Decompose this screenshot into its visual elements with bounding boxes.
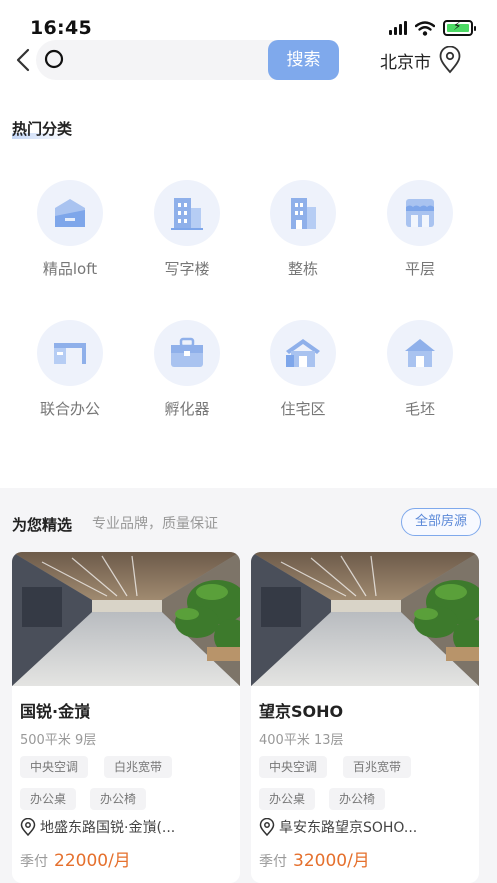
search-header: 搜索 北京市 bbox=[0, 38, 497, 82]
listing-tag: 中央空调 bbox=[20, 756, 89, 778]
hot-categories-title-text: 热门分类 bbox=[12, 120, 73, 138]
search-button[interactable]: 搜索 bbox=[268, 40, 339, 80]
category-icon-bg bbox=[270, 320, 336, 386]
category-label: 孵化器 bbox=[164, 400, 210, 418]
listing-tag: 办公椅 bbox=[90, 788, 147, 810]
cellular-signal-icon bbox=[389, 21, 407, 35]
loft-icon bbox=[55, 199, 85, 227]
listing-photo bbox=[12, 552, 240, 686]
category-incubator[interactable]: 孵化器 bbox=[132, 320, 242, 419]
category-icon-bg bbox=[154, 180, 220, 246]
residential-icon bbox=[286, 339, 320, 367]
listing-address: 阜安东路望京SOHO... bbox=[259, 816, 474, 838]
all-listings-button[interactable]: 全部房源 bbox=[401, 508, 481, 536]
listing-address-text: 阜安东路望京SOHO... bbox=[279, 820, 418, 836]
category-icon-bg bbox=[37, 320, 103, 386]
category-label: 整栋 bbox=[287, 260, 318, 278]
location-pin-icon bbox=[20, 818, 36, 836]
recommend-title: 为您精选 bbox=[12, 514, 72, 535]
category-cowork[interactable]: 联合办公 bbox=[15, 320, 125, 419]
cowork-desk-icon bbox=[54, 343, 86, 364]
category-label: 住宅区 bbox=[280, 400, 326, 418]
listing-name: 望京SOHO bbox=[259, 702, 344, 721]
whole-building-icon bbox=[291, 198, 316, 229]
listing-tag: 办公椅 bbox=[329, 788, 386, 810]
price-value: 22000/月 bbox=[54, 851, 131, 871]
listing-tag: 百兆宽带 bbox=[343, 756, 412, 778]
status-icons: ⚡ bbox=[389, 19, 476, 36]
location-pin-icon[interactable] bbox=[438, 46, 462, 74]
recommend-subtitle: 专业品牌，质量保证 bbox=[92, 516, 218, 532]
category-icon-bg bbox=[387, 320, 453, 386]
category-residential[interactable]: 住宅区 bbox=[248, 320, 358, 419]
category-icon-bg bbox=[37, 180, 103, 246]
listing-address-text: 地盛东路国锐·金嵿(... bbox=[40, 820, 176, 836]
location-pin-icon bbox=[259, 818, 275, 836]
wifi-icon bbox=[415, 20, 435, 36]
listing-tag: 白兆宽带 bbox=[104, 756, 173, 778]
price-label: 季付 bbox=[259, 854, 287, 870]
category-whole-building[interactable]: 整栋 bbox=[248, 180, 358, 279]
raw-house-icon bbox=[405, 339, 435, 367]
category-label: 写字楼 bbox=[164, 260, 210, 278]
category-icon-bg bbox=[387, 180, 453, 246]
category-icon-bg bbox=[270, 180, 336, 246]
price-label: 季付 bbox=[20, 854, 48, 870]
back-button[interactable] bbox=[10, 42, 36, 78]
listing-card[interactable]: 望京SOHO 400平米 13层 中央空调 百兆宽带 办公桌 办公椅 阜安东路望… bbox=[251, 552, 479, 883]
listing-address: 地盛东路国锐·金嵿(... bbox=[20, 816, 235, 838]
listing-price: 季付 32000/月 bbox=[259, 846, 370, 871]
listing-card[interactable]: 国锐·金嵿 500平米 9层 中央空调 白兆宽带 办公桌 办公椅 地盛东路国锐·… bbox=[12, 552, 240, 883]
category-raw-house[interactable]: 毛坯 bbox=[365, 320, 475, 419]
recommend-title-text: 为您精选 bbox=[12, 516, 73, 534]
status-bar: 16:45 ⚡ bbox=[0, 0, 497, 40]
category-loft[interactable]: 精品loft bbox=[15, 180, 125, 279]
listing-tag: 办公桌 bbox=[20, 788, 77, 810]
status-time: 16:45 bbox=[30, 17, 92, 39]
office-building-icon bbox=[171, 198, 203, 230]
category-flat-floor[interactable]: 平层 bbox=[365, 180, 475, 279]
flat-floor-icon bbox=[406, 199, 434, 227]
listing-name: 国锐·金嵿 bbox=[20, 702, 91, 721]
incubator-briefcase-icon bbox=[171, 337, 203, 367]
category-label: 平层 bbox=[404, 260, 435, 278]
search-icon bbox=[44, 49, 64, 69]
listing-spec: 500平米 9层 bbox=[20, 733, 97, 748]
listing-price: 季付 22000/月 bbox=[20, 846, 131, 871]
listing-photo bbox=[251, 552, 479, 686]
category-label: 联合办公 bbox=[39, 400, 100, 418]
city-selector[interactable]: 北京市 bbox=[380, 48, 431, 73]
battery-icon: ⚡ bbox=[443, 19, 476, 36]
listing-tag: 办公桌 bbox=[259, 788, 316, 810]
category-office[interactable]: 写字楼 bbox=[132, 180, 242, 279]
search-box[interactable]: 搜索 bbox=[36, 40, 339, 80]
hot-categories-title: 热门分类 bbox=[12, 118, 73, 139]
listing-spec: 400平米 13层 bbox=[259, 733, 344, 748]
price-value: 32000/月 bbox=[293, 851, 370, 871]
chevron-left-icon bbox=[16, 48, 30, 72]
category-icon-bg bbox=[154, 320, 220, 386]
category-label: 精品loft bbox=[42, 260, 98, 278]
search-input[interactable] bbox=[72, 40, 292, 80]
category-label: 毛坯 bbox=[404, 400, 435, 418]
listing-tag: 中央空调 bbox=[259, 756, 328, 778]
